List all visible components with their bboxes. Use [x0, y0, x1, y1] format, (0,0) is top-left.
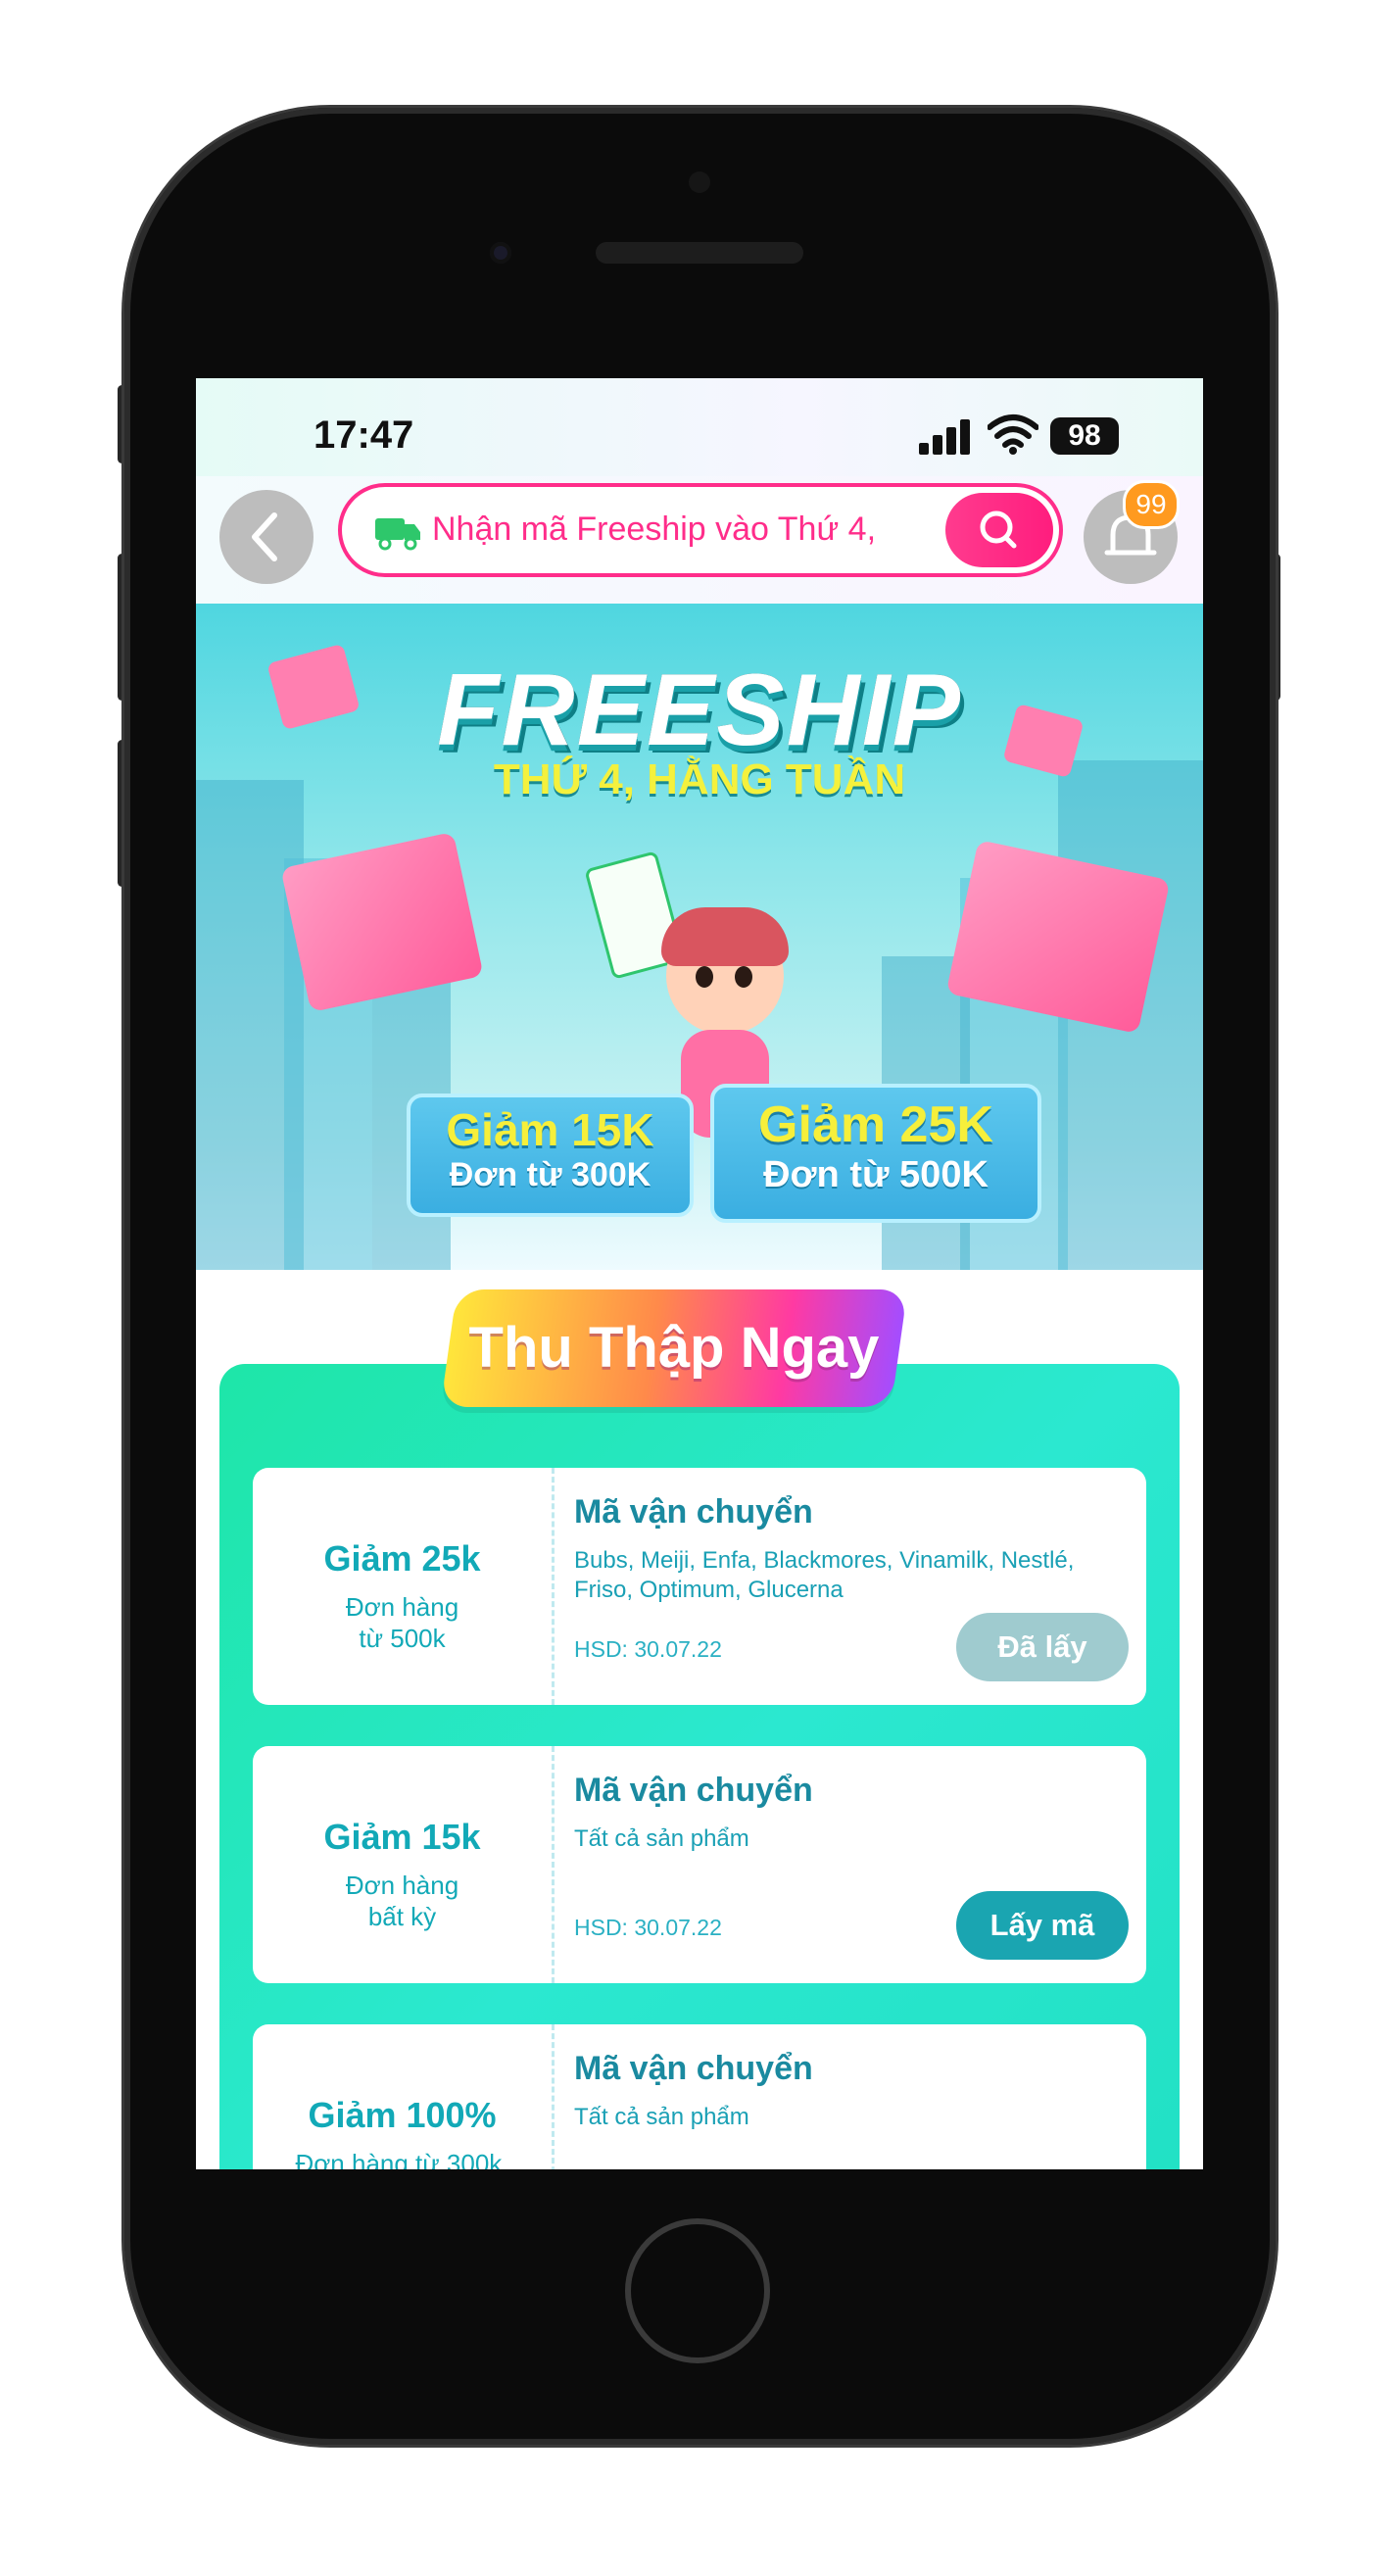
banner-subtitle: THỨ 4, HẰNG TUẦN: [493, 755, 906, 803]
coupon-condition-line: Đơn hàng: [345, 1871, 459, 1900]
coupon-description: Tất cả sản phẩm: [574, 2104, 749, 2130]
coupon-value-section: Giảm 25k Đơn hàng từ 500k: [253, 1468, 552, 1705]
coupon-detail-section: Mã vận chuyển Bubs, Meiji, Enfa, Blackmo…: [552, 1468, 1146, 1705]
coupon-amount: Giảm 100%: [308, 2095, 497, 2135]
notification-badge: 99: [1123, 480, 1180, 529]
coupon-amount: Giảm 15k: [323, 1817, 481, 1857]
coupon-collected-button[interactable]: Đã lấy: [956, 1613, 1129, 1681]
get-coupon-button[interactable]: Lấy mã: [956, 1891, 1129, 1960]
chevron-left-icon: [252, 512, 277, 561]
coupon-detail-section: Mã vận chuyển Tất cả sản phẩm HSD: 30.07…: [552, 1746, 1146, 1983]
status-bar: 17:47 98: [196, 378, 1203, 476]
voucher-condition: Đơn từ 300K: [449, 1156, 651, 1193]
coupon-amount: Giảm 25k: [323, 1538, 481, 1579]
coupon-condition-line: bất kỳ: [367, 1902, 437, 1931]
status-time: 17:47: [314, 413, 414, 457]
search-icon: [980, 510, 1017, 549]
search-button[interactable]: [945, 493, 1053, 567]
coupon-panel: Giảm 25k Đơn hàng từ 500k Mã vận chuyển …: [219, 1364, 1180, 2169]
coupon-condition: Đơn hàng từ 500k: [253, 1591, 552, 1654]
home-button[interactable]: [625, 2218, 770, 2363]
header-bar: Nhận mã Freeship vào Thứ 4, 99: [196, 476, 1203, 604]
cellular-signal-icon: [919, 417, 976, 455]
truck-icon: [375, 518, 420, 551]
coupon-condition: Đơn hàng từ 300k,: [253, 2148, 552, 2169]
coupon-condition-line: từ 500k: [359, 1624, 446, 1653]
coupon-value-section: Giảm 15k Đơn hàng bất kỳ: [253, 1746, 552, 1983]
coupon-expiry: HSD: 30.07.22: [574, 1915, 722, 1940]
coupon-card: Giảm 15k Đơn hàng bất kỳ Mã vận chuyển T…: [253, 1746, 1146, 1983]
voucher-amount: Giảm 15K: [446, 1104, 654, 1155]
coupon-condition: Đơn hàng bất kỳ: [253, 1870, 552, 1932]
battery-indicator: 98: [1050, 417, 1119, 455]
search-input[interactable]: Nhận mã Freeship vào Thứ 4,: [338, 483, 1063, 577]
wifi-icon: [988, 414, 1038, 455]
section-title: Thu Thập Ngay: [468, 1316, 880, 1380]
coupon-expiry: HSD: 30.07.22: [574, 1636, 722, 1662]
coupon-card: Giảm 25k Đơn hàng từ 500k Mã vận chuyển …: [253, 1468, 1146, 1705]
coupon-description: Bubs, Meiji, Enfa, Blackmores, Vinamilk,…: [574, 1547, 1075, 1603]
coupon-title: Mã vận chuyển: [574, 2050, 813, 2087]
coupon-title: Mã vận chuyển: [574, 1493, 813, 1531]
coupon-condition-line: Đơn hàng từ 300k,: [295, 2149, 509, 2169]
coupon-detail-section: Mã vận chuyển Tất cả sản phẩm: [552, 2024, 1146, 2169]
earpiece-speaker: [596, 242, 803, 264]
screen: 17:47 98 Nhận mã Freeship vào Thứ 4, 99 …: [196, 378, 1203, 2169]
front-camera: [490, 242, 511, 264]
back-button[interactable]: [219, 490, 314, 584]
voucher-amount: Giảm 25K: [758, 1096, 993, 1153]
front-sensor: [689, 171, 710, 193]
banner-voucher-15k: Giảm 15K Đơn từ 300K: [407, 1094, 694, 1217]
banner-voucher-25k: Giảm 25K Đơn từ 500K: [710, 1084, 1041, 1223]
coupon-card: Giảm 100% Đơn hàng từ 300k, Mã vận chuyể…: [253, 2024, 1146, 2169]
coupon-title: Mã vận chuyển: [574, 1772, 813, 1809]
notification-button[interactable]: 99: [1084, 480, 1180, 584]
coupon-condition-line: Đơn hàng: [345, 1592, 459, 1622]
voucher-condition: Đơn từ 500K: [763, 1154, 989, 1195]
coupon-value-section: Giảm 100% Đơn hàng từ 300k,: [253, 2024, 552, 2169]
banner-title: FREESHIP: [436, 654, 963, 767]
coupon-description: Tất cả sản phẩm: [574, 1825, 749, 1852]
freeship-banner[interactable]: FREESHIP THỨ 4, HẰNG TUẦN Giảm 15K Đơn t…: [196, 604, 1203, 1270]
search-placeholder: Nhận mã Freeship vào Thứ 4,: [432, 510, 877, 548]
